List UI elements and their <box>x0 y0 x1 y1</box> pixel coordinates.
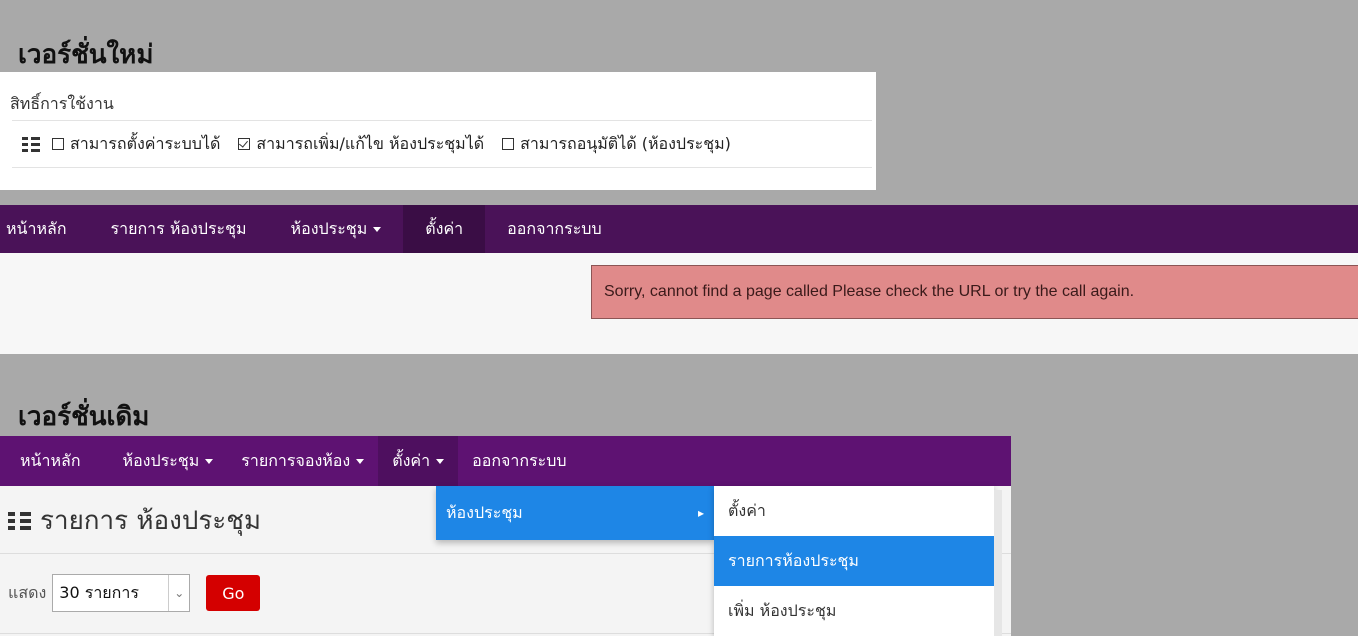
permissions-row: สามารถตั้งค่าระบบได้ สามารถเพิ่ม/แก้ไข ห… <box>12 120 872 168</box>
old-nav-bookings-label: รายการจองห้อง <box>241 450 351 470</box>
old-nav-home[interactable]: หน้าหลัก <box>0 436 109 486</box>
old-nav-logout[interactable]: ออกจากระบบ <box>458 436 580 486</box>
nav-rooms-label: ห้องประชุม <box>290 218 368 238</box>
old-navbar: หน้าหลัก ห้องประชุม รายการจองห้อง ตั้งค่… <box>0 436 1011 486</box>
show-label: แสดง <box>8 582 47 602</box>
nav-home[interactable]: หน้าหลัก <box>0 205 89 253</box>
main-navbar: หน้าหลัก รายการ ห้องประชุม ห้องประชุม ตั… <box>0 205 1358 253</box>
permissions-label: สิทธิ์การใช้งาน <box>10 94 114 113</box>
go-button[interactable]: Go <box>206 575 261 611</box>
checklist-icon <box>22 136 40 152</box>
chevron-right-icon: ▸ <box>697 506 704 520</box>
rooms-submenu: ตั้งค่า รายการห้องประชุม เพิ่ม ห้องประชุ… <box>714 486 994 636</box>
new-version-frame: หน้าหลัก รายการ ห้องประชุม ห้องประชุม ตั… <box>0 205 1358 354</box>
old-nav-rooms-dropdown[interactable]: ห้องประชุม <box>109 436 228 486</box>
page-size-value: 30 รายการ <box>59 582 139 602</box>
settings-menu-item-rooms[interactable]: ห้องประชุม ▸ <box>436 486 714 540</box>
submenu-scrollbar[interactable] <box>994 490 1002 636</box>
caret-down-icon <box>436 458 445 464</box>
permission-settings-checkbox[interactable]: สามารถตั้งค่าระบบได้ <box>52 132 220 157</box>
old-nav-bookings-dropdown[interactable]: รายการจองห้อง <box>227 436 378 486</box>
page-title: รายการ ห้องประชุม <box>8 500 261 541</box>
permission-approve-checkbox[interactable]: สามารถอนุมัติได้ (ห้องประชุม) <box>502 132 731 157</box>
error-message: Sorry, cannot find a page called Please … <box>604 283 1135 300</box>
permission-edit-rooms-label: สามารถเพิ่ม/แก้ไข ห้องประชุมได้ <box>256 133 485 153</box>
settings-menu-rooms-label: ห้องประชุม <box>446 502 523 522</box>
old-nav-settings-dropdown[interactable]: ตั้งค่า <box>378 436 459 486</box>
permission-edit-rooms-checkbox[interactable]: สามารถเพิ่ม/แก้ไข ห้องประชุมได้ <box>238 132 484 157</box>
permissions-panel: สิทธิ์การใช้งาน สามารถตั้งค่าระบบได้ สาม… <box>0 72 876 190</box>
checkbox-unchecked-icon[interactable] <box>502 138 515 150</box>
submenu-item-add-room[interactable]: เพิ่ม ห้องประชุม <box>714 586 994 636</box>
error-alert: Sorry, cannot find a page called Please … <box>591 265 1358 319</box>
chevron-down-icon[interactable]: ⌄ <box>168 575 189 611</box>
old-nav-settings-label: ตั้งค่า <box>392 450 431 470</box>
old-version-title: เวอร์ชั่นเดิม <box>18 402 150 432</box>
page-size-select[interactable]: 30 รายการ ⌄ <box>52 574 191 612</box>
nav-logout[interactable]: ออกจากระบบ <box>485 205 623 253</box>
caret-down-icon <box>356 458 365 464</box>
nav-room-list[interactable]: รายการ ห้องประชุม <box>89 205 269 253</box>
checklist-icon <box>8 511 32 531</box>
page-size-controls: แสดง 30 รายการ ⌄ Go <box>8 574 261 612</box>
submenu-item-room-list[interactable]: รายการห้องประชุม <box>714 536 994 586</box>
submenu-item-settings[interactable]: ตั้งค่า <box>714 486 994 536</box>
caret-down-icon <box>205 458 214 464</box>
old-nav-rooms-label: ห้องประชุม <box>122 450 200 470</box>
page-title-text: รายการ ห้องประชุม <box>40 506 262 536</box>
checkbox-unchecked-icon[interactable] <box>52 138 64 150</box>
permission-settings-label: สามารถตั้งค่าระบบได้ <box>70 133 221 153</box>
nav-settings[interactable]: ตั้งค่า <box>403 205 486 253</box>
permission-approve-label: สามารถอนุมัติได้ (ห้องประชุม) <box>520 133 731 153</box>
new-version-title: เวอร์ชั่นใหม่ <box>18 40 154 70</box>
checkbox-checked-icon[interactable] <box>238 138 251 150</box>
nav-rooms-dropdown[interactable]: ห้องประชุม <box>269 205 404 253</box>
caret-down-icon <box>373 226 382 232</box>
